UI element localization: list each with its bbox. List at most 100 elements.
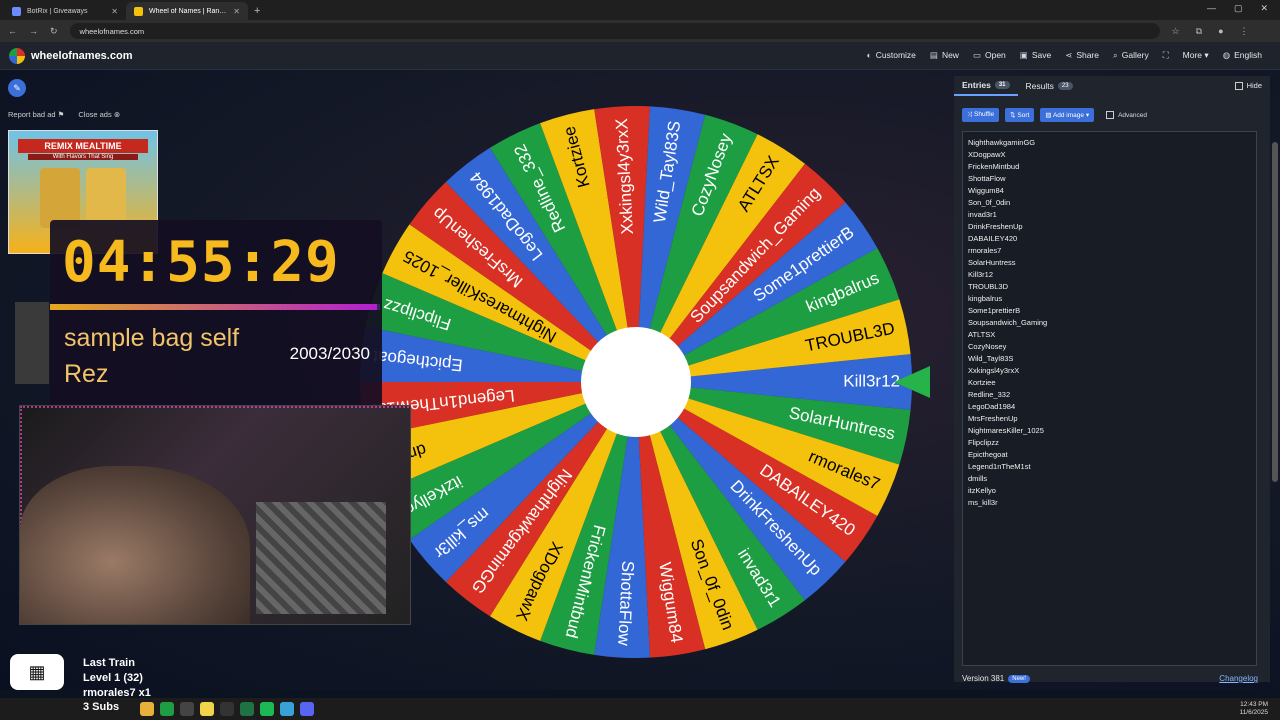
menu-more[interactable]: More ▾: [1183, 50, 1209, 61]
menu-customize[interactable]: ◐ Customize: [867, 50, 916, 61]
taskbar: 3 Subs 12:43 PM 11/6/2025: [0, 698, 1280, 720]
entry-line: Son_0f_0din: [968, 198, 1011, 207]
image-icon: ▨: [1045, 112, 1052, 119]
entry-line: ms_kill3r: [968, 498, 998, 507]
terminal-icon[interactable]: [220, 702, 234, 716]
ad-headline: REMIX MEALTIME: [18, 139, 148, 153]
goal-progress-fill: [50, 304, 377, 310]
changelog-link[interactable]: Changelog: [1219, 674, 1258, 683]
entries-textarea[interactable]: NighthawkgaminGG XDogpawX FrickenMintbud Sh…: [962, 131, 1257, 666]
close-ads-label: Close ads: [78, 110, 112, 119]
close-tab-icon[interactable]: ✕: [233, 7, 240, 16]
new-badge: New!: [1008, 674, 1030, 683]
menu-label: More: [1182, 50, 1203, 60]
results-count-badge: 23: [1057, 82, 1073, 90]
browser-menu-icon[interactable]: ⋮: [1240, 26, 1249, 37]
menu-save[interactable]: ▣ Save: [1020, 50, 1051, 61]
hide-toggle[interactable]: Hide: [1234, 81, 1262, 90]
clock-time: 12:43 PM: [1240, 701, 1268, 708]
menu-share[interactable]: ⋖ Share: [1065, 50, 1099, 61]
menu-new[interactable]: ▤ New: [930, 50, 959, 61]
spin-wheel[interactable]: Kill3r12SolarHuntressrmorales7DABAILEY42…: [360, 106, 940, 666]
sort-button[interactable]: ⇅ Sort: [1005, 108, 1035, 122]
menu-label: Customize: [875, 50, 916, 60]
new-tab-icon[interactable]: +: [254, 5, 260, 17]
hide-checkbox[interactable]: [1234, 81, 1243, 90]
menu-gallery[interactable]: ⌕ Gallery: [1113, 50, 1149, 61]
entry-line: LegoDad1984: [968, 402, 1016, 411]
taskbar-apps: [140, 702, 314, 716]
extensions-icon[interactable]: ⧉: [1196, 26, 1202, 37]
discord-icon[interactable]: [300, 702, 314, 716]
advanced-toggle[interactable]: Advanced: [1106, 111, 1147, 119]
obs-icon[interactable]: [180, 702, 194, 716]
minimize-icon[interactable]: —: [1207, 3, 1216, 14]
address-bar: ← → ↻ wheelofnames.com ☆ ⧉ ● ⋮: [0, 20, 1280, 42]
close-tab-icon[interactable]: ✕: [111, 7, 118, 16]
tab-label: Results: [1025, 81, 1054, 91]
advanced-checkbox[interactable]: [1106, 111, 1115, 119]
excel-icon[interactable]: [240, 702, 254, 716]
menu-open[interactable]: ▭ Open: [973, 50, 1006, 61]
goal-count: 2003/2030: [289, 344, 370, 363]
back-icon[interactable]: ←: [8, 26, 17, 36]
tab-results[interactable]: Results 23: [1018, 76, 1081, 96]
close-window-icon[interactable]: ✕: [1260, 3, 1268, 14]
entry-line: Redline_332: [968, 390, 1011, 399]
top-menu: ◐ Customize ▤ New ▭ Open ▣ Save ⋖ Share ⌕ Gall…: [867, 50, 1280, 61]
entry-line: Wild_Tayl83S: [968, 354, 1014, 363]
browser-tab-botrix[interactable]: BotRix | Giveaways ✕: [4, 2, 126, 20]
search-icon: ⌕: [1113, 50, 1118, 60]
url-field[interactable]: wheelofnames.com: [69, 23, 1160, 39]
maximize-icon[interactable]: ▢: [1234, 3, 1243, 14]
entry-line: TROUBL3D: [968, 282, 1009, 291]
entry-line: Xxkingsl4y3rxX: [968, 366, 1020, 375]
browser-tab-wheel[interactable]: Wheel of Names | Random ✕: [126, 2, 248, 20]
entry-line: Flipclipzz: [968, 438, 999, 447]
chevron-down-icon: ▾: [1085, 112, 1090, 119]
subs-counter: 3 Subs: [83, 701, 120, 713]
entry-line: kingbalrus: [968, 294, 1003, 303]
menu-language[interactable]: ◍ English: [1223, 50, 1262, 61]
site-name[interactable]: wheelofnames.com: [31, 50, 132, 62]
entry-line: ATLTSX: [968, 330, 996, 339]
explorer-icon[interactable]: [140, 702, 154, 716]
entry-line: Kill3r12: [968, 270, 994, 279]
browser-tab-bar: BotRix | Giveaways ✕ Wheel of Names | Ra…: [0, 0, 1280, 20]
globe-icon: ◍: [1222, 50, 1231, 60]
wheel-slice-label: Kill3r12: [843, 371, 900, 390]
page-scrollbar[interactable]: [1272, 142, 1278, 482]
notepad-icon[interactable]: [280, 702, 294, 716]
close-ads-link[interactable]: Close ads ⊗: [78, 110, 120, 119]
system-clock[interactable]: 12:43 PM 11/6/2025: [1240, 701, 1268, 717]
wheel-hub[interactable]: [581, 327, 691, 437]
add-image-button[interactable]: ▨ Add image ▾: [1040, 108, 1095, 122]
goal-line-2: Rez: [64, 360, 109, 388]
tab-entries[interactable]: Entries 31: [954, 76, 1018, 96]
profile-icon[interactable]: ●: [1218, 26, 1223, 37]
menu-label: Save: [1031, 50, 1052, 60]
tab-title: Wheel of Names | Random: [149, 7, 228, 15]
bookmark-star-icon[interactable]: ☆: [1172, 26, 1180, 37]
streamer-video: [20, 466, 250, 624]
shuffle-label: Shuffle: [974, 111, 995, 118]
flag-icon: ⚑: [57, 110, 65, 119]
entry-line: NighthawkgaminGG: [968, 138, 1036, 147]
notes-icon[interactable]: [200, 702, 214, 716]
ad-links: Report bad ad ⚑ Close ads ⊗: [8, 110, 120, 119]
reload-icon[interactable]: ↻: [50, 26, 58, 37]
edit-pencil-icon[interactable]: ✎: [8, 79, 26, 97]
save-icon: ▣: [1019, 50, 1028, 60]
entry-line: Soupsandwich_Gaming: [968, 318, 1048, 327]
chrome-icon[interactable]: [160, 702, 174, 716]
report-ad-link[interactable]: Report bad ad ⚑: [8, 110, 64, 119]
entry-line: dmills: [968, 474, 988, 483]
shuffle-button[interactable]: ⤨ Shuffle: [962, 108, 1000, 122]
fullscreen-icon[interactable]: ⛶: [1163, 50, 1169, 61]
entry-line: DrinkFreshenUp: [968, 222, 1023, 231]
timer-clock: 04:55:29: [62, 230, 340, 295]
wheel-logo-icon[interactable]: [9, 47, 25, 64]
entry-line: ShottaFlow: [968, 174, 1006, 183]
forward-icon[interactable]: →: [29, 26, 38, 36]
spotify-icon[interactable]: [260, 702, 274, 716]
